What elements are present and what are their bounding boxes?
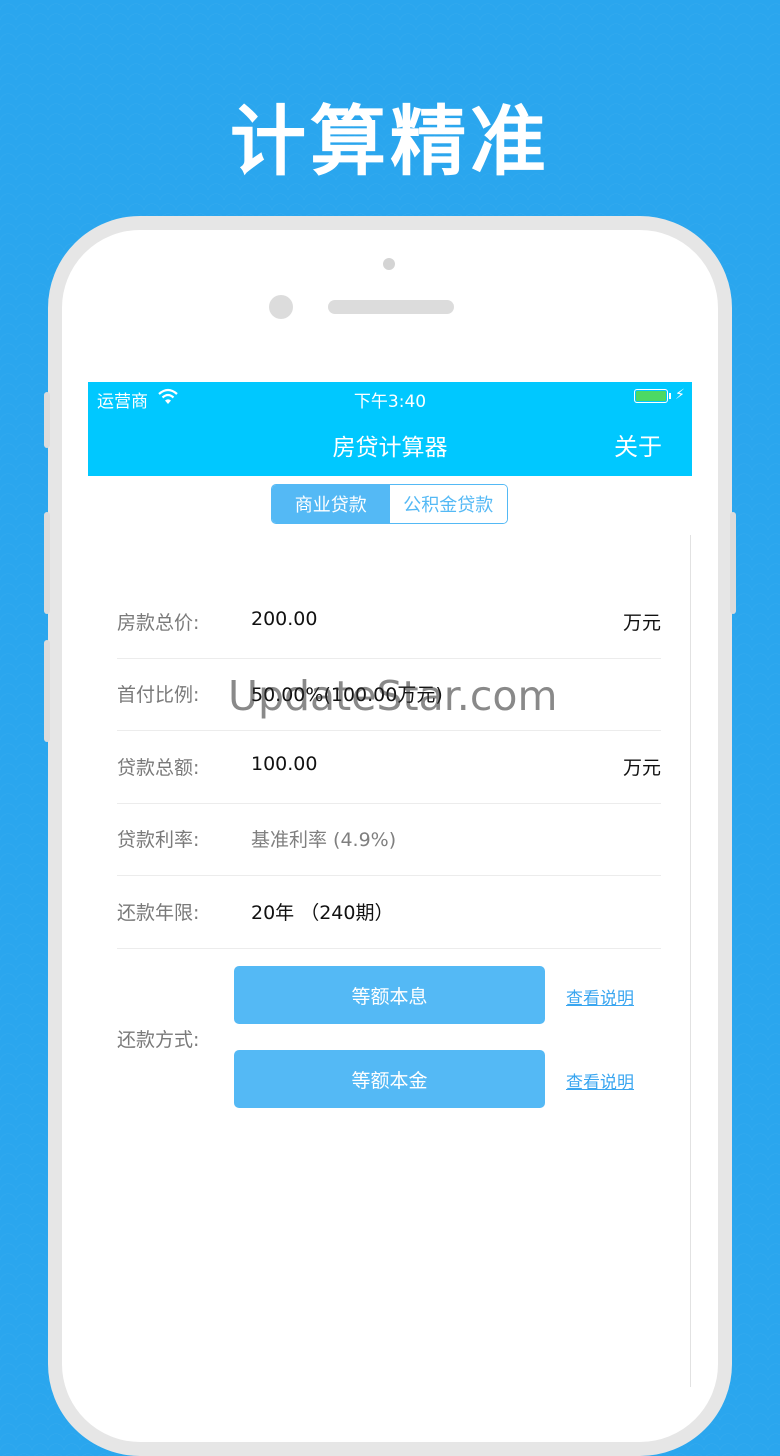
battery-icon <box>634 389 668 403</box>
house-price-value[interactable]: 200.00 <box>251 608 317 630</box>
interest-rate-value[interactable]: 基准利率 (4.9%) <box>251 825 396 852</box>
row-interest-rate[interactable]: 贷款利率: 基准利率 (4.9%) <box>117 803 661 876</box>
interest-rate-label: 贷款利率: <box>117 829 200 851</box>
loan-term-value[interactable]: 20年 （240期） <box>251 898 393 925</box>
equal-installment-info-link[interactable]: 查看说明 <box>566 984 634 1009</box>
proximity-sensor <box>383 258 395 270</box>
loan-term-label: 还款年限: <box>117 902 200 924</box>
equal-installment-button[interactable]: 等额本息 <box>234 966 545 1024</box>
row-loan-amount[interactable]: 贷款总额: 100.00 万元 <box>117 731 661 804</box>
watermark: UpdateStar.com <box>228 672 558 720</box>
loan-amount-value[interactable]: 100.00 <box>251 753 317 775</box>
repayment-method-label: 还款方式: <box>117 1029 200 1051</box>
status-bar: 运营商 下午3:40 ⚡ <box>88 382 692 412</box>
nav-bar: 房贷计算器 关于 <box>88 412 692 476</box>
status-time: 下午3:40 <box>353 392 427 412</box>
equal-principal-info-link[interactable]: 查看说明 <box>566 1068 634 1093</box>
loan-amount-unit: 万元 <box>622 757 661 779</box>
row-loan-term[interactable]: 还款年限: 20年 （240期） <box>117 876 661 949</box>
phone-mute-switch <box>44 392 50 448</box>
screen-edge-line <box>690 535 691 1387</box>
row-house-price[interactable]: 房款总价: 200.00 万元 <box>117 586 661 659</box>
house-price-label: 房款总价: <box>117 612 200 634</box>
down-payment-label: 首付比例: <box>117 684 200 706</box>
phone-volume-down <box>44 640 50 742</box>
loan-amount-label: 贷款总额: <box>117 757 200 779</box>
house-price-unit: 万元 <box>622 612 661 634</box>
page-title: 房贷计算器 <box>332 435 448 461</box>
phone-volume-up <box>44 512 50 614</box>
promo-headline: 计算精准 <box>230 97 550 186</box>
battery-tip <box>669 393 671 399</box>
front-camera <box>269 295 293 319</box>
tab-commercial-loan[interactable]: 商业贷款 <box>272 485 390 523</box>
about-button[interactable]: 关于 <box>614 427 662 462</box>
equal-principal-button[interactable]: 等额本金 <box>234 1050 545 1108</box>
app-screen: 运营商 下午3:40 ⚡ 房贷计算器 关于 商业贷款 公积金贷款 房款总价: 2… <box>88 382 692 1387</box>
earpiece-speaker <box>328 300 454 314</box>
tab-provident-fund-loan[interactable]: 公积金贷款 <box>389 485 507 523</box>
loan-type-segment: 商业贷款 公积金贷款 <box>271 484 508 524</box>
phone-power-button <box>730 512 736 614</box>
charging-icon: ⚡ <box>675 387 685 403</box>
